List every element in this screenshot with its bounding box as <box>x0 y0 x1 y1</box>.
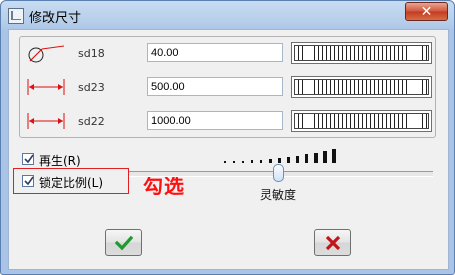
sensitivity-slider-thumb[interactable] <box>273 164 284 182</box>
diameter-icon <box>28 45 65 63</box>
dimension-value-input[interactable] <box>147 43 283 62</box>
sensitivity-label: 灵敏度 <box>260 188 297 202</box>
window-icon <box>8 8 24 24</box>
dimension-group: sd18 sd23 <box>19 36 436 138</box>
cross-icon <box>325 235 341 251</box>
dimension-row: sd22 <box>20 109 435 133</box>
close-button[interactable]: ✕ <box>405 2 448 21</box>
thumbwheel-slider[interactable] <box>291 76 432 98</box>
linear-dimension-icon <box>27 113 65 129</box>
thumbwheel-slider[interactable] <box>291 42 432 64</box>
dimension-name: sd22 <box>78 115 105 128</box>
regenerate-checkbox[interactable] <box>22 153 34 165</box>
dimension-value-input[interactable] <box>147 77 283 96</box>
window-title: 修改尺寸 <box>29 11 82 26</box>
regenerate-label: 再生(R) <box>39 154 81 168</box>
modify-dimension-dialog: 修改尺寸 ✕ sd18 40.00 sd23 500.00 sd22 1000.… <box>0 0 455 275</box>
dimension-name: sd23 <box>78 81 105 94</box>
sensitivity-scale-icon <box>224 149 336 163</box>
checkmark-icon <box>115 235 133 251</box>
linear-dimension-icon <box>27 79 65 95</box>
annotation-highlight-box <box>13 168 129 194</box>
thumbwheel-slider[interactable] <box>291 110 432 132</box>
dimension-name: sd18 <box>78 47 105 60</box>
title-bar: 修改尺寸 ✕ <box>1 1 454 29</box>
dialog-body: sd18 sd23 <box>8 29 449 270</box>
ok-button[interactable] <box>105 229 142 256</box>
dimension-value-input[interactable] <box>147 111 283 130</box>
dimension-row: sd23 <box>20 75 435 99</box>
cancel-button[interactable] <box>314 229 351 256</box>
dimension-row: sd18 <box>20 41 435 65</box>
